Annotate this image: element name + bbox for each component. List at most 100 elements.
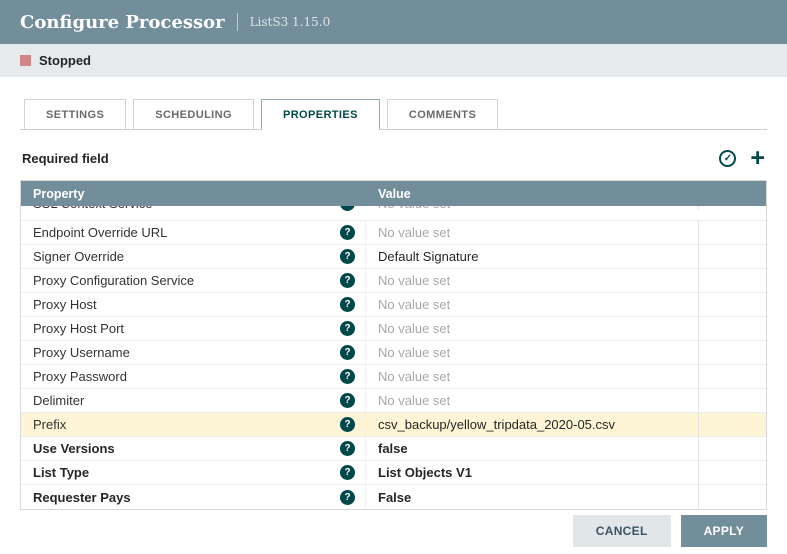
property-name: Endpoint Override URL: [33, 225, 167, 240]
property-name: SSL Context Service: [33, 206, 152, 211]
table-row[interactable]: List Type? List Objects V1: [21, 461, 766, 485]
row-spacer: [699, 413, 766, 436]
table-row[interactable]: Prefix? csv_backup/yellow_tripdata_2020-0…: [21, 413, 766, 437]
value-cell[interactable]: No value set: [366, 365, 699, 388]
dialog-header: Configure Processor ListS3 1.15.0: [0, 0, 787, 44]
table-row[interactable]: Use Versions?false: [21, 437, 766, 461]
required-field-label: Required field: [22, 151, 109, 166]
property-cell: Signer Override?: [21, 245, 366, 268]
help-icon[interactable]: ?: [340, 249, 355, 264]
table-row[interactable]: Proxy Host Port? No value set: [21, 317, 766, 341]
verify-properties-icon[interactable]: ✓: [719, 150, 736, 167]
value-cell[interactable]: No value set: [366, 206, 699, 210]
property-cell: Endpoint Override URL?: [21, 221, 366, 244]
value-cell[interactable]: No value set: [366, 269, 699, 292]
dialog-content: SETTINGS SCHEDULING PROPERTIES COMMENTS …: [0, 77, 787, 510]
row-spacer: [699, 293, 766, 316]
property-cell: Proxy Host Port?: [21, 317, 366, 340]
add-property-icon[interactable]: +: [750, 148, 765, 168]
property-value: False: [378, 490, 411, 505]
property-name: List Type: [33, 465, 89, 480]
property-table-header: Property Value: [21, 181, 766, 206]
value-cell[interactable]: No value set: [366, 293, 699, 316]
property-value: No value set: [378, 345, 450, 360]
property-cell: SSL Context Service?: [21, 206, 366, 210]
dialog-footer: CANCEL APPLY: [573, 515, 767, 547]
property-table-body: SSL Context Service?No value setEndpoint…: [21, 206, 766, 509]
help-icon[interactable]: ?: [340, 417, 355, 432]
check-glyph: ✓: [724, 153, 732, 164]
property-name: Delimiter: [33, 393, 84, 408]
help-icon[interactable]: ?: [340, 273, 355, 288]
property-name: Proxy Password: [33, 369, 127, 384]
value-cell[interactable]: No value set: [366, 341, 699, 364]
property-cell: Proxy Host?: [21, 293, 366, 316]
property-value: No value set: [378, 321, 450, 336]
property-value: No value set: [378, 297, 450, 312]
property-cell: Proxy Username?: [21, 341, 366, 364]
property-name: Proxy Host: [33, 297, 97, 312]
apply-button[interactable]: APPLY: [681, 515, 767, 547]
tab-comments[interactable]: COMMENTS: [387, 99, 498, 130]
value-cell[interactable]: No value set: [366, 317, 699, 340]
row-spacer: [699, 221, 766, 244]
property-value: Default Signature: [378, 249, 478, 264]
value-cell[interactable]: csv_backup/yellow_tripdata_2020-05.csv: [366, 413, 699, 436]
table-row[interactable]: Endpoint Override URL?No value set: [21, 221, 766, 245]
table-row[interactable]: Proxy Password? No value set: [21, 365, 766, 389]
processor-name-version: ListS3 1.15.0: [237, 13, 331, 31]
tab-bar: SETTINGS SCHEDULING PROPERTIES COMMENTS: [20, 99, 767, 130]
properties-toolbar: Required field ✓ +: [20, 145, 767, 171]
column-header-value: Value: [366, 187, 699, 201]
row-spacer: [699, 461, 766, 484]
table-row[interactable]: Proxy Configuration Service?No value set: [21, 269, 766, 293]
help-icon[interactable]: ?: [340, 297, 355, 312]
table-row[interactable]: Delimiter? No value set: [21, 389, 766, 413]
value-cell[interactable]: No value set: [366, 389, 699, 412]
property-cell: Proxy Password?: [21, 365, 366, 388]
stopped-status-icon: [20, 55, 31, 66]
table-row[interactable]: Requester Pays?False: [21, 485, 766, 509]
property-cell: Delimiter?: [21, 389, 366, 412]
property-name: Proxy Username: [33, 345, 130, 360]
property-value: No value set: [378, 393, 450, 408]
value-cell[interactable]: false: [366, 437, 699, 460]
row-spacer: [699, 269, 766, 292]
table-row[interactable]: Proxy Username? No value set: [21, 341, 766, 365]
row-spacer: [699, 365, 766, 388]
tab-properties[interactable]: PROPERTIES: [261, 99, 380, 130]
value-cell[interactable]: False: [366, 485, 699, 509]
value-cell[interactable]: List Objects V1: [366, 461, 699, 484]
value-cell[interactable]: Default Signature: [366, 245, 699, 268]
help-icon[interactable]: ?: [340, 465, 355, 480]
column-header-property: Property: [21, 187, 366, 201]
help-icon[interactable]: ?: [340, 490, 355, 505]
property-cell: Use Versions?: [21, 437, 366, 460]
help-icon[interactable]: ?: [340, 369, 355, 384]
toolbar-icons: ✓ +: [719, 148, 765, 168]
row-spacer: [699, 485, 766, 509]
property-cell: Proxy Configuration Service?: [21, 269, 366, 292]
tab-scheduling[interactable]: SCHEDULING: [133, 99, 254, 130]
row-spacer: [699, 206, 766, 210]
help-icon[interactable]: ?: [340, 321, 355, 336]
table-row[interactable]: Proxy Host? No value set: [21, 293, 766, 317]
status-bar: Stopped: [0, 44, 787, 77]
property-table: Property Value SSL Context Service?No va…: [20, 180, 767, 510]
cancel-button[interactable]: CANCEL: [573, 515, 671, 547]
property-name: Use Versions: [33, 441, 115, 456]
help-icon[interactable]: ?: [340, 345, 355, 360]
help-icon[interactable]: ?: [340, 206, 355, 211]
table-row[interactable]: SSL Context Service?No value set: [21, 206, 766, 221]
help-icon[interactable]: ?: [340, 225, 355, 240]
tab-settings[interactable]: SETTINGS: [24, 99, 126, 130]
property-cell: Prefix?: [21, 413, 366, 436]
property-value: No value set: [378, 369, 450, 384]
property-value: csv_backup/yellow_tripdata_2020-05.csv: [378, 417, 615, 432]
table-row[interactable]: Signer Override? Default Signature: [21, 245, 766, 269]
help-icon[interactable]: ?: [340, 441, 355, 456]
value-cell[interactable]: No value set: [366, 221, 699, 244]
help-icon[interactable]: ?: [340, 393, 355, 408]
row-spacer: [699, 437, 766, 460]
property-name: Prefix: [33, 417, 66, 432]
